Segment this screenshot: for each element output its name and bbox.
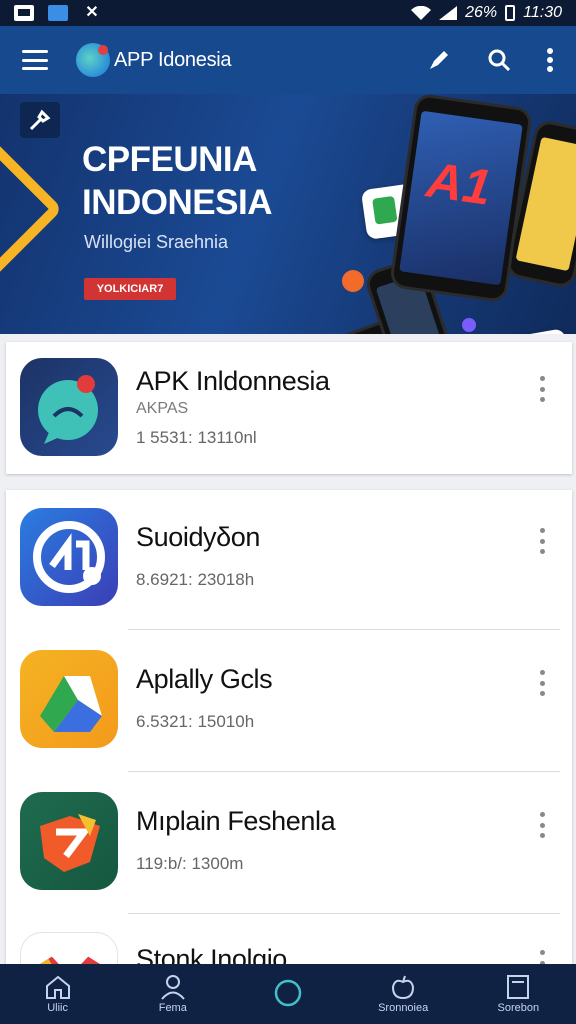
- chat-app-icon: [20, 358, 118, 456]
- phone-logo-text: A1: [423, 151, 495, 216]
- pen-icon[interactable]: [426, 47, 452, 73]
- circle-icon: [274, 979, 302, 1007]
- divider: [128, 629, 560, 630]
- more-options-icon[interactable]: [538, 670, 546, 696]
- nav-label: Sorebon: [497, 1002, 540, 1014]
- wifi-icon: [411, 6, 432, 20]
- app-meta: 8.6921: 23018h: [136, 570, 255, 589]
- promo-banner[interactable]: CPFEUNIA INDONESIA Willogiei Sraehnia YO…: [0, 94, 576, 334]
- photo-icon: [48, 5, 68, 21]
- arrow-decoration: [0, 131, 63, 287]
- battery-icon: [505, 5, 516, 21]
- bottom-nav: Uliic Fema Sronnoiea Sorebon: [0, 964, 576, 1024]
- divider: [128, 913, 560, 914]
- banner-title: CPFEUNIA INDONESIA: [82, 138, 272, 224]
- app-bar: APP Idonesia: [0, 26, 576, 94]
- dot-decoration: [462, 318, 476, 332]
- app-meta: 6.5321: 15010h: [136, 712, 255, 731]
- screen-icon: [507, 975, 530, 999]
- gmail-app-icon: [20, 932, 118, 964]
- drive-app-icon: [20, 650, 118, 748]
- app-tile-decoration: [490, 328, 576, 334]
- divider: [128, 771, 560, 772]
- status-bar: ✕ 26% 11:30: [0, 0, 576, 26]
- app-name: Stonk Inolgio: [136, 944, 287, 964]
- app-name: Mıplain Feshenla: [136, 806, 336, 836]
- nav-label: Sronnoiea: [378, 1002, 429, 1014]
- app-name: Aplally Gcls: [136, 664, 273, 694]
- profile-icon: [161, 975, 185, 1000]
- list-item[interactable]: Aplally Gcls 6.5321: 15010h: [6, 632, 572, 774]
- music-app-icon: [20, 508, 118, 606]
- more-vert-icon[interactable]: [546, 47, 554, 73]
- nav-profile[interactable]: Fema: [123, 974, 223, 1014]
- more-options-icon[interactable]: [538, 376, 546, 402]
- more-options-icon[interactable]: [538, 950, 546, 964]
- message-icon: [14, 5, 34, 21]
- battery-percent: 26%: [465, 4, 498, 21]
- featured-app-card[interactable]: APK Inldonnesia AKPAS 1 5531: 13110nl: [6, 342, 572, 474]
- logo-icon: [76, 43, 110, 77]
- nav-label: Uliic: [47, 1002, 68, 1014]
- app-name: APK Inldonnesia: [136, 366, 330, 396]
- app-publisher: AKPAS: [136, 400, 189, 417]
- apple-icon: [392, 975, 415, 1000]
- more-options-icon[interactable]: [538, 528, 546, 554]
- app-title: APP Idonesia: [114, 48, 232, 71]
- status-right: 26% 11:30: [411, 4, 562, 22]
- more-options-icon[interactable]: [538, 812, 546, 838]
- app-list: Suoidyδon 8.6921: 23018h Aplally Gcls 6.…: [6, 490, 572, 964]
- banner-subtitle: Willogiei Sraehnia: [84, 232, 229, 252]
- nav-label: Fema: [158, 1002, 187, 1014]
- list-item[interactable]: Mıplain Feshenla 119:b/: 1300m: [6, 774, 572, 916]
- dot-decoration: [342, 270, 364, 292]
- app-meta: 119:b/: 1300m: [136, 854, 244, 873]
- home-icon: [45, 975, 70, 999]
- menu-icon[interactable]: [22, 50, 48, 70]
- app-meta: 1 5531: 13110nl: [136, 428, 257, 447]
- banner-title-line1: CPFEUNIA: [82, 140, 257, 179]
- clock: 11:30: [523, 4, 562, 21]
- app-name: Suoidyδon: [136, 522, 261, 552]
- banner-button[interactable]: YOLKICIAR7: [84, 278, 176, 300]
- app-bar-actions: [426, 47, 554, 73]
- signal-icon: [439, 6, 458, 20]
- nav-home[interactable]: Uliic: [8, 974, 108, 1014]
- tool-icon[interactable]: [20, 102, 60, 138]
- banner-title-line2: INDONESIA: [82, 183, 272, 222]
- list-item[interactable]: Stonk Inolgio: [6, 916, 572, 964]
- list-item[interactable]: Suoidyδon 8.6921: 23018h: [6, 490, 572, 632]
- nav-center[interactable]: [238, 978, 338, 1010]
- nav-screen[interactable]: Sorebon: [468, 974, 568, 1014]
- browser-app-icon: [20, 792, 118, 890]
- nav-apps[interactable]: Sronnoiea: [353, 974, 453, 1014]
- close-icon: ✕: [85, 4, 99, 21]
- status-left: ✕: [14, 5, 102, 21]
- search-icon[interactable]: [486, 47, 512, 73]
